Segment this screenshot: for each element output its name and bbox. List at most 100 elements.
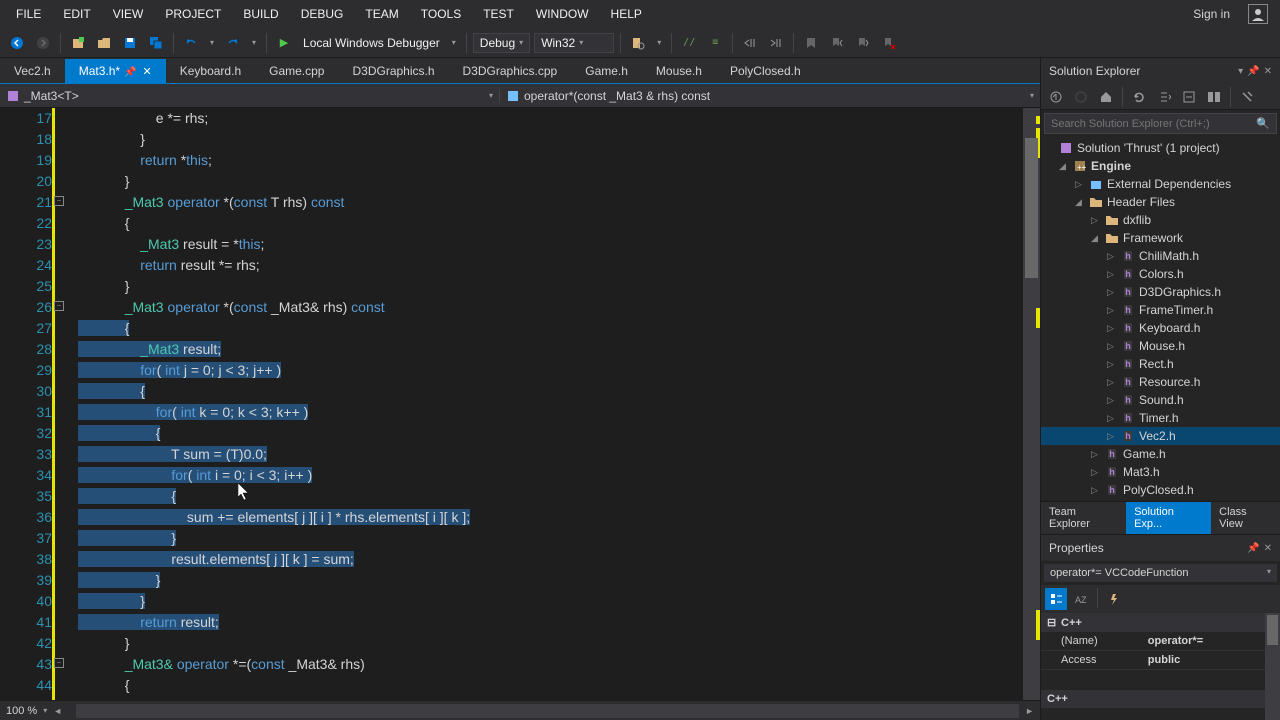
tree-item[interactable]: ▷hGame.h	[1041, 445, 1280, 463]
debugger-label[interactable]: Local Windows Debugger	[299, 36, 444, 50]
prop-alpha-button[interactable]: AZ	[1070, 588, 1092, 610]
tree-item[interactable]: ▷hMouse.h	[1041, 337, 1280, 355]
menu-build[interactable]: BUILD	[233, 3, 288, 25]
solution-explorer-toolbar	[1041, 84, 1280, 110]
se-home-icon[interactable]	[1095, 86, 1117, 108]
menu-debug[interactable]: DEBUG	[291, 3, 354, 25]
open-button[interactable]	[93, 32, 115, 54]
tree-item[interactable]: ▷hRect.h	[1041, 355, 1280, 373]
panel-close-icon[interactable]: ✕	[1264, 66, 1272, 77]
se-home-button[interactable]	[1045, 86, 1067, 108]
tree-item[interactable]: ▷hMat3.h	[1041, 463, 1280, 481]
save-button[interactable]	[119, 32, 141, 54]
indent-less-button[interactable]	[739, 32, 761, 54]
menu-team[interactable]: TEAM	[355, 3, 408, 25]
tree-item[interactable]: Solution 'Thrust' (1 project)	[1041, 139, 1280, 157]
start-debug-button[interactable]: ▶	[273, 32, 295, 54]
tab-mat3h[interactable]: Mat3.h*📌✕	[65, 59, 166, 83]
panel-pin-icon[interactable]: 📌	[1247, 543, 1259, 554]
tree-item[interactable]: ▷hFrameTimer.h	[1041, 301, 1280, 319]
menu-view[interactable]: VIEW	[103, 3, 154, 25]
tab-keyboardh[interactable]: Keyboard.h	[166, 59, 255, 83]
properties-scrollbar[interactable]	[1265, 613, 1280, 720]
properties-object-combo[interactable]: operator*= VCCodeFunction▾	[1044, 564, 1277, 582]
tree-item[interactable]: ▷hSound.h	[1041, 391, 1280, 409]
panel-close-icon[interactable]: ✕	[1264, 543, 1272, 554]
config-combo[interactable]: Debug▾	[473, 33, 530, 53]
menu-tools[interactable]: TOOLS	[411, 3, 471, 25]
solution-search-input[interactable]	[1051, 118, 1256, 130]
undo-button[interactable]	[180, 32, 202, 54]
horizontal-scrollbar[interactable]	[76, 704, 1019, 718]
se-showall-button[interactable]	[1203, 86, 1225, 108]
properties-toolbar: AZ	[1041, 585, 1280, 613]
zoom-level[interactable]: 100 %	[6, 705, 37, 717]
solution-tree[interactable]: Solution 'Thrust' (1 project)◢++Engine▷E…	[1041, 137, 1280, 501]
bookmark-prev-button[interactable]	[826, 32, 848, 54]
tree-item[interactable]: ◢Header Files	[1041, 193, 1280, 211]
tab-d3dgraphicscpp[interactable]: D3DGraphics.cpp	[449, 59, 572, 83]
prop-categorized-button[interactable]	[1045, 588, 1067, 610]
tree-item[interactable]: ▷hKeyboard.h	[1041, 319, 1280, 337]
solution-explorer-title: Solution Explorer ▾ 📌 ✕	[1041, 58, 1280, 84]
tree-item[interactable]: ▷hPolyClosed.h	[1041, 481, 1280, 499]
bookmark-next-button[interactable]	[852, 32, 874, 54]
sign-in-link[interactable]: Sign in	[1185, 3, 1238, 25]
properties-title: Properties 📌 ✕	[1041, 535, 1280, 561]
tree-item[interactable]: ▷hResource.h	[1041, 373, 1280, 391]
find-button[interactable]	[627, 32, 649, 54]
panel-pin-icon[interactable]: 📌	[1247, 66, 1259, 77]
tree-item[interactable]: ▷hChiliMath.h	[1041, 247, 1280, 265]
se-refresh-button[interactable]	[1128, 86, 1150, 108]
panel-dropdown-icon[interactable]: ▾	[1238, 66, 1243, 77]
tree-item[interactable]: ▷External Dependencies	[1041, 175, 1280, 193]
se-back-button[interactable]	[1070, 86, 1092, 108]
avatar-icon[interactable]	[1248, 4, 1268, 24]
tab-polyclosedh[interactable]: PolyClosed.h	[716, 59, 815, 83]
panel-tab[interactable]: Class View	[1211, 502, 1280, 534]
menu-project[interactable]: PROJECT	[155, 3, 231, 25]
nav-forward-button[interactable]	[32, 32, 54, 54]
se-collapse-button[interactable]	[1178, 86, 1200, 108]
search-icon[interactable]: 🔍	[1256, 117, 1270, 130]
new-project-button[interactable]	[67, 32, 89, 54]
se-sync-button[interactable]	[1153, 86, 1175, 108]
tab-d3dgraphicsh[interactable]: D3DGraphics.h	[338, 59, 448, 83]
tree-item[interactable]: ▷hD3DGraphics.h	[1041, 283, 1280, 301]
menu-help[interactable]: HELP	[601, 3, 652, 25]
bookmark-button[interactable]	[800, 32, 822, 54]
menu-edit[interactable]: EDIT	[53, 3, 100, 25]
tab-gameh[interactable]: Game.h	[571, 59, 642, 83]
solution-search[interactable]: 🔍	[1044, 113, 1277, 134]
main-toolbar: ▾ ▾ ▶ Local Windows Debugger ▾ Debug▾ Wi…	[0, 28, 1280, 58]
redo-button[interactable]	[222, 32, 244, 54]
tree-item[interactable]: ▷hColors.h	[1041, 265, 1280, 283]
save-all-button[interactable]	[145, 32, 167, 54]
member-combo[interactable]: operator*(const _Mat3 & rhs) const ▾	[500, 89, 1040, 103]
vertical-scrollbar[interactable]	[1023, 108, 1040, 700]
comment-button[interactable]: //	[678, 32, 700, 54]
prop-events-button[interactable]	[1103, 588, 1125, 610]
menu-file[interactable]: FILE	[6, 3, 51, 25]
tab-mouseh[interactable]: Mouse.h	[642, 59, 716, 83]
se-properties-button[interactable]	[1236, 86, 1258, 108]
menu-test[interactable]: TEST	[473, 3, 524, 25]
tree-item[interactable]: ◢Framework	[1041, 229, 1280, 247]
tab-vec2h[interactable]: Vec2.h	[0, 59, 65, 83]
platform-combo[interactable]: Win32▾	[534, 33, 614, 53]
nav-back-button[interactable]	[6, 32, 28, 54]
tree-item[interactable]: ▷dxflib	[1041, 211, 1280, 229]
code-editor[interactable]: 1718192021−2223242526−272829303132333435…	[0, 108, 1040, 700]
tab-gamecpp[interactable]: Game.cpp	[255, 59, 338, 83]
bookmark-clear-button[interactable]	[878, 32, 900, 54]
panel-tab[interactable]: Solution Exp...	[1126, 502, 1211, 534]
scope-combo[interactable]: _Mat3<T> ▾	[0, 89, 500, 103]
tree-item[interactable]: ◢++Engine	[1041, 157, 1280, 175]
zoom-bar: 100 % ▾ ◄ ►	[0, 700, 1040, 720]
panel-tab[interactable]: Team Explorer	[1041, 502, 1126, 534]
tree-item[interactable]: ▷hTimer.h	[1041, 409, 1280, 427]
menu-window[interactable]: WINDOW	[526, 3, 599, 25]
tree-item[interactable]: ▷hVec2.h	[1041, 427, 1280, 445]
uncomment-button[interactable]: ≡	[704, 32, 726, 54]
indent-more-button[interactable]	[765, 32, 787, 54]
